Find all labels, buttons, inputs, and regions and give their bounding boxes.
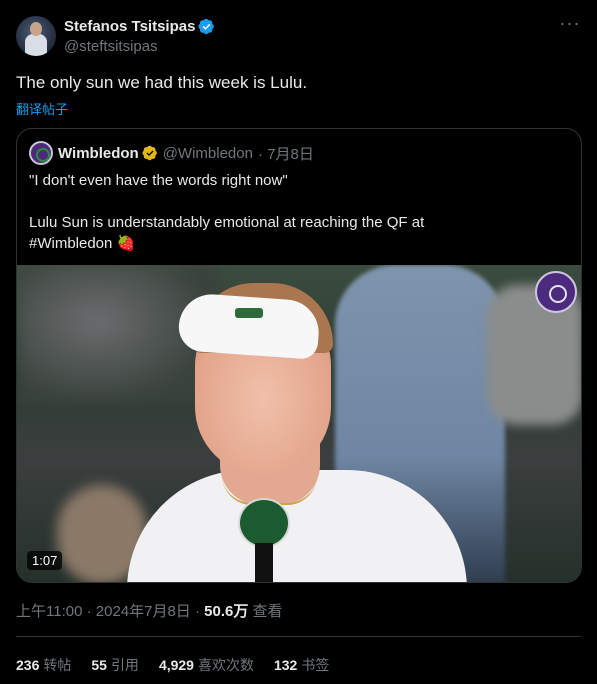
retweets-stat[interactable]: 236 转帖 <box>16 655 71 675</box>
tweet-header: Stefanos Tsitsipas @steftsitsipas ··· <box>16 14 581 60</box>
quote-handle[interactable]: @Wimbledon <box>163 145 253 162</box>
retweets-count: 236 <box>16 657 40 673</box>
translate-post-link[interactable]: 翻译帖子 <box>16 99 68 118</box>
quote-avatar[interactable] <box>29 141 53 165</box>
likes-stat[interactable]: 4,929 喜欢次数 <box>159 655 254 675</box>
visor-logo-icon <box>235 308 263 318</box>
tweet-text: The only sun we had this week is Lulu. <box>16 73 308 92</box>
verified-badge-icon <box>198 18 215 34</box>
author-name-row: Stefanos Tsitsipas <box>64 16 215 36</box>
video-duration: 1:07 <box>27 551 63 570</box>
quote-hashtag[interactable]: #Wimbledon 🍓 <box>29 235 135 252</box>
retweets-label: 转帖 <box>43 657 72 673</box>
quote-date[interactable]: · 7月8日 <box>258 143 314 164</box>
engagement-stats: 236 转帖 55 引用 4,929 喜欢次数 132 书签 <box>16 655 349 675</box>
tweet-timestamp: 上午11:00 · 2024年7月8日 · 50.6万 查看 <box>16 600 283 621</box>
quote-header: Wimbledon @Wimbledon · 7月8日 <box>29 141 314 165</box>
divider <box>16 636 581 637</box>
quoted-tweet[interactable]: Wimbledon @Wimbledon · 7月8日 "I don't eve… <box>16 128 582 583</box>
wimbledon-logo-icon <box>535 271 577 313</box>
bookmarks-label: 书签 <box>301 657 330 673</box>
player-visor <box>177 292 321 360</box>
bookmarks-count: 132 <box>273 657 298 673</box>
quotes-count: 55 <box>91 657 107 673</box>
quote-text-line1: "I don't even have the words right now" <box>29 172 288 189</box>
video-player[interactable]: 1:07 <box>17 265 581 582</box>
gold-verified-badge-icon <box>142 145 157 161</box>
more-options-icon[interactable]: ··· <box>559 14 581 38</box>
author-avatar[interactable] <box>16 16 56 56</box>
quote-text-line2: Lulu Sun is understandably emotional at … <box>29 214 425 231</box>
author-display-name[interactable]: Stefanos Tsitsipas <box>64 18 195 35</box>
author-names: Stefanos Tsitsipas @steftsitsipas <box>64 16 215 55</box>
views-count: 50.6万 <box>204 603 249 620</box>
quote-display-name[interactable]: Wimbledon <box>58 145 139 162</box>
likes-count: 4,929 <box>158 657 194 673</box>
bookmarks-stat[interactable]: 132 书签 <box>274 655 329 675</box>
microphone-handle <box>255 543 273 582</box>
quotes-label: 引用 <box>110 657 139 673</box>
views-label: 查看 <box>248 603 283 620</box>
author-handle[interactable]: @steftsitsipas <box>64 38 215 55</box>
quote-text: "I don't even have the words right now" … <box>29 170 569 254</box>
microphone-icon <box>238 498 290 548</box>
likes-label: 喜欢次数 <box>197 657 254 673</box>
tweet-time-date[interactable]: 上午11:00 · 2024年7月8日 · <box>16 603 204 620</box>
quotes-stat[interactable]: 55 引用 <box>91 655 139 675</box>
